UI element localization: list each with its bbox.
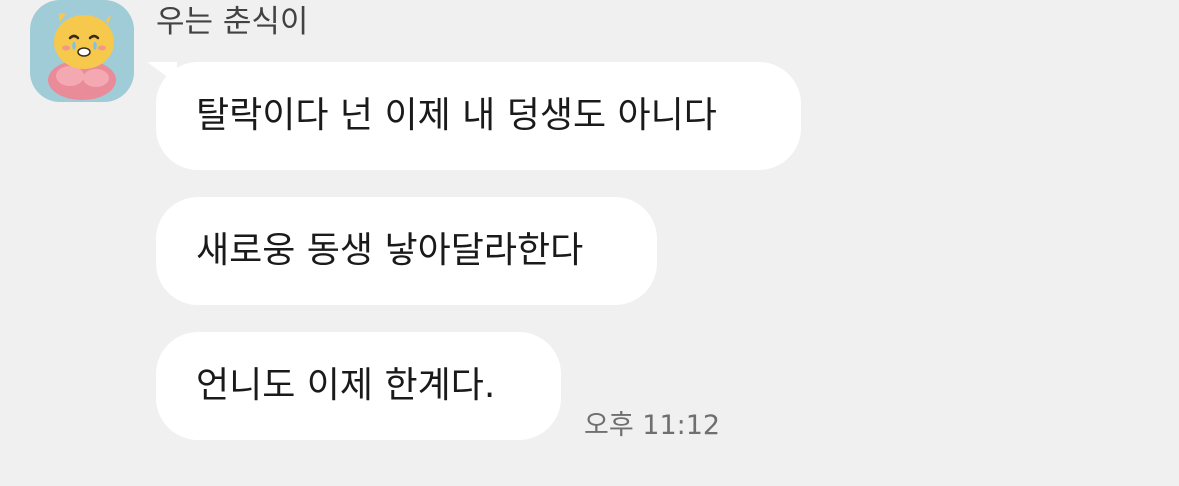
- sender-name: 우는 춘식이: [156, 4, 309, 40]
- message-bubble[interactable]: 탈락이다 넌 이제 내 덩생도 아니다: [156, 62, 801, 170]
- message-bubble[interactable]: 언니도 이제 한계다.: [156, 332, 561, 440]
- message-bubble[interactable]: 새로웅 동생 낳아달라한다: [156, 197, 657, 305]
- message-timestamp: 오후 11:12: [584, 410, 721, 441]
- crying-cat-character-icon: [30, 0, 134, 102]
- sender-avatar[interactable]: [30, 0, 134, 102]
